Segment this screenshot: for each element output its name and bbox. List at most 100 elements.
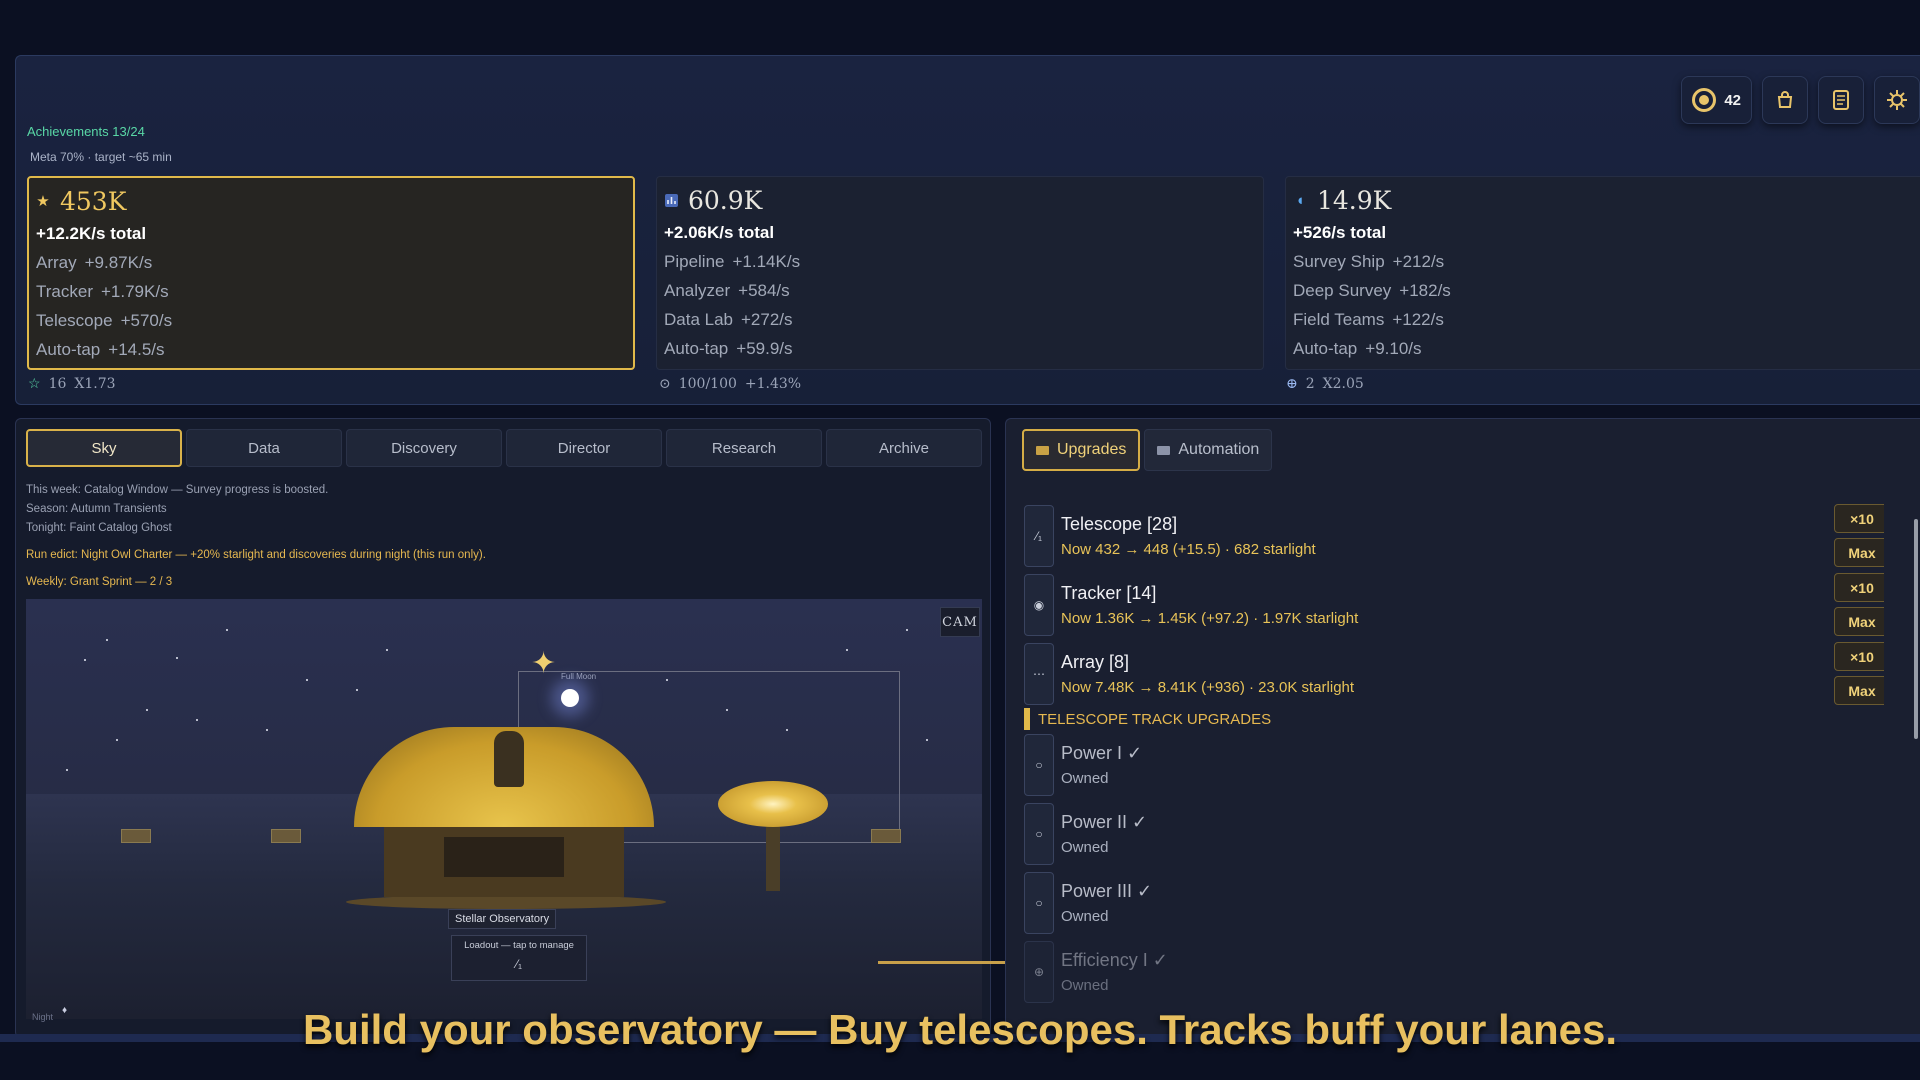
tab-director[interactable]: Director (506, 429, 662, 467)
tab-archive[interactable]: Archive (826, 429, 982, 467)
tokens-count: 42 (1724, 91, 1741, 109)
tab-label: Automation (1178, 441, 1260, 458)
lane-value: 453K (60, 186, 127, 216)
lane-footer: ⊙ 100/100 +1.43% (659, 376, 801, 392)
shop-panel: Upgrades Automation ⁄₁ Telescope [28] No… (1005, 418, 1920, 1038)
target-icon: ⊙ (659, 376, 671, 392)
loadout-button[interactable]: Loadout — tap to manage ⁄₁ (451, 935, 587, 981)
season-text: Season: Autumn Transients (26, 503, 167, 515)
camera-button[interactable]: CAM (940, 607, 980, 637)
lane-footer: ☆ 16 X1.73 (28, 376, 116, 392)
tutorial-caption: Build your observatory — Buy telescopes.… (302, 1006, 1618, 1053)
upgrade-ring-icon: ○ (1024, 802, 1054, 865)
crosshair-icon: ⊕ (1286, 376, 1298, 392)
upgrade-status: Owned (1061, 769, 1109, 787)
lane-data[interactable]: 60.9K +2.06K/s total Pipeline +1.14K/s An… (656, 176, 1264, 370)
dome-slot (494, 731, 524, 787)
telescope-icon: ⁄₁ (515, 957, 523, 971)
shop-bag-icon (1777, 91, 1793, 108)
scrollbar[interactable] (1914, 519, 1918, 739)
tokens-button[interactable]: 42 (1681, 76, 1752, 124)
shop-button[interactable] (1762, 76, 1808, 124)
producer-telescope[interactable]: ⁄₁ Telescope [28] Now 432 → 448 (+15.5) … (1024, 501, 1884, 570)
tab-sky[interactable]: Sky (26, 429, 182, 467)
achievements-progress[interactable]: Achievements 13/24 (27, 124, 145, 139)
observatory-label: Stellar Observatory (448, 909, 557, 929)
dish-pole (766, 827, 780, 891)
lane-row: Analyzer +584/s (664, 281, 790, 300)
radio-dish[interactable] (718, 781, 828, 827)
buy-max-button[interactable]: Max (1834, 607, 1884, 636)
lane-row: Deep Survey +182/s (1293, 281, 1451, 300)
producer-detail: Now 7.48K → 8.41K (+936) · 23.0K starlig… (1061, 678, 1355, 696)
producer-name: Array [8] (1061, 651, 1130, 672)
tab-label: Upgrades (1057, 441, 1127, 458)
star-outline-icon: ☆ (28, 376, 41, 392)
coin-icon (1692, 88, 1717, 112)
buy-max-button[interactable]: Max (1834, 676, 1884, 705)
buy-x10-button[interactable]: ×10 (1834, 504, 1884, 533)
gear-icon (1887, 90, 1907, 110)
weekly-goal-text: Weekly: Grant Sprint — 2 / 3 (26, 576, 173, 588)
lane-discovery[interactable]: ◖ 14.9K +526/s total Survey Ship +212/s D… (1285, 176, 1920, 370)
observatory-scene[interactable]: CAM Full Moon ✦ Stellar Observatory Load… (26, 599, 982, 1019)
tonight-text: Tonight: Faint Catalog Ghost (26, 522, 172, 534)
lane-row: Tracker +1.79K/s (36, 282, 169, 301)
lane-row: Telescope +570/s (36, 311, 173, 330)
time-progress-bar (878, 961, 1024, 964)
star-icon: ★ (36, 193, 50, 210)
buy-max-button[interactable]: Max (1834, 538, 1884, 567)
track-upgrade[interactable]: ○ Power II ✓ Owned (1024, 799, 1884, 868)
upgrade-list[interactable]: ⁄₁ Telescope [28] Now 432 → 448 (+15.5) … (1024, 491, 1884, 1031)
lane-foot-mult: X1.73 (74, 376, 116, 392)
producer-detail: Now 1.36K → 1.45K (+97.2) · 1.97K starli… (1061, 609, 1359, 627)
track-upgrade[interactable]: ○ Power III ✓ Owned (1024, 868, 1884, 937)
tab-data[interactable]: Data (186, 429, 342, 467)
producer-detail: Now 432 → 448 (+15.5) · 682 starlight (1061, 540, 1316, 558)
moon-icon[interactable] (561, 689, 579, 707)
producer-name: Tracker [14] (1061, 582, 1157, 603)
droplet-icon: ◖ (1295, 191, 1305, 209)
lane-row: Pipeline +1.14K/s (664, 252, 801, 271)
lane-row: Field Teams +122/s (1293, 310, 1444, 329)
status-info: This week: Catalog Window — Survey progr… (26, 481, 486, 592)
lane-row: Auto-tap +14.5/s (36, 340, 165, 359)
tab-research[interactable]: Research (666, 429, 822, 467)
run-edict-text: Run edict: Night Owl Charter — +20% star… (26, 549, 486, 561)
settings-button[interactable] (1874, 76, 1920, 124)
meta-progress: Meta 70% · target ~65 min (30, 150, 172, 164)
lane-footer: ⊕ 2 X2.05 (1286, 376, 1364, 392)
lane-foot-mult: X2.05 (1322, 376, 1364, 392)
observatory-building[interactable] (384, 827, 624, 897)
tracker-icon: ◉ (1024, 573, 1054, 636)
tab-automation[interactable]: Automation (1144, 429, 1273, 471)
lamp-post (871, 829, 901, 843)
lamp-post (121, 829, 151, 843)
upgrade-ring-icon: ○ (1024, 733, 1054, 796)
lane-total: +2.06K/s total (664, 223, 775, 242)
upgrade-status: Owned (1061, 838, 1109, 856)
producer-array[interactable]: ⋯ Array [8] Now 7.48K → 8.41K (+936) · 2… (1024, 639, 1884, 708)
tab-upgrades[interactable]: Upgrades (1022, 429, 1141, 471)
lane-foot-count: 100/100 (678, 376, 737, 392)
lamp-post (271, 829, 301, 843)
journal-button[interactable] (1818, 76, 1864, 124)
buy-x10-button[interactable]: ×10 (1834, 642, 1884, 671)
sky-panel: Sky Data Discovery Director Research Arc… (15, 418, 991, 1038)
weekly-event-text: This week: Catalog Window — Survey progr… (26, 484, 329, 496)
track-upgrade[interactable]: ○ Power I ✓ Owned (1024, 730, 1884, 799)
track-upgrade[interactable]: ⊕ Efficiency I ✓ Owned (1024, 937, 1884, 1006)
producer-tracker[interactable]: ◉ Tracker [14] Now 1.36K → 1.45K (+97.2)… (1024, 570, 1884, 639)
upgrades-icon (1036, 445, 1049, 455)
lane-foot-count: 16 (48, 376, 67, 392)
lane-starlight[interactable]: ★ 453K +12.2K/s total Array +9.87K/s Trac… (27, 176, 635, 370)
lane-row: Array +9.87K/s (36, 253, 153, 272)
automation-icon (1157, 445, 1171, 455)
tab-discovery[interactable]: Discovery (346, 429, 502, 467)
buy-x10-button[interactable]: ×10 (1834, 573, 1884, 602)
lane-value: 60.9K (688, 185, 763, 215)
sparkle-icon: ✦ (531, 647, 557, 680)
upgrade-status: Owned (1061, 907, 1109, 925)
observatory-base (346, 895, 666, 909)
section-title: TELESCOPE TRACK UPGRADES (1024, 708, 1884, 730)
